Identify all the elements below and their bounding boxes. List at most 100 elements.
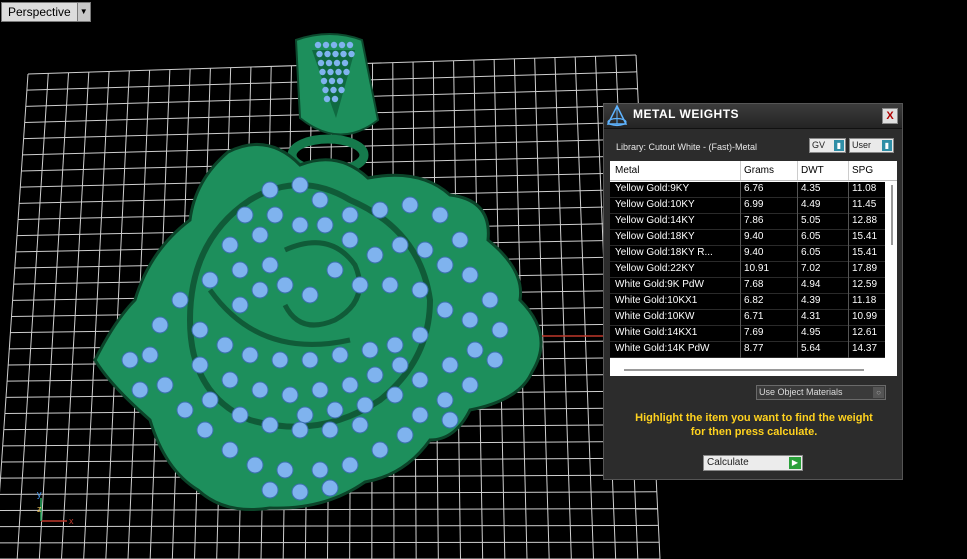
table-cell: 17.89 [852, 263, 878, 274]
table-cell: 9.40 [744, 231, 764, 242]
table-row[interactable]: White Gold:9K PdW 7.68 4.94 12.59 [610, 278, 885, 294]
table-row[interactable]: White Gold:10KX1 6.82 4.39 11.18 [610, 294, 885, 310]
instruction-line-2: for then press calculate. [690, 426, 818, 438]
column-divider [848, 326, 849, 342]
column-divider [797, 310, 798, 326]
table-row[interactable]: Yellow Gold:10KY 6.99 4.49 11.45 [610, 198, 885, 214]
panel-header[interactable]: METAL WEIGHTS X [604, 104, 902, 129]
instruction-line-1: Highlight the item you want to find the … [635, 412, 873, 424]
calculate-button[interactable]: Calculate ▶ [703, 455, 803, 471]
table-cell: Yellow Gold:10KY [615, 199, 695, 210]
column-divider [797, 278, 798, 294]
user-toggle[interactable]: User ▮ [849, 138, 894, 153]
table-cell: 6.76 [744, 183, 764, 194]
play-icon[interactable]: ▶ [789, 457, 801, 469]
column-divider [797, 246, 798, 262]
table-cell: 8.77 [744, 343, 764, 354]
table-cell: 6.99 [744, 199, 764, 210]
table-cell: 7.86 [744, 215, 764, 226]
column-divider [740, 342, 741, 358]
app-logo-icon [606, 104, 628, 127]
user-toggle-label: User [852, 140, 872, 150]
table-cell: 9.40 [744, 247, 764, 258]
column-divider [848, 198, 849, 214]
horizontal-scrollbar[interactable] [610, 362, 897, 376]
axis-label-x: x [69, 516, 74, 526]
scroll-thumb[interactable] [891, 185, 893, 245]
table-cell: White Gold:10KW [615, 311, 695, 322]
table-cell: 7.02 [801, 263, 821, 274]
column-divider [740, 230, 741, 246]
table-cell: 4.39 [801, 295, 821, 306]
toggle-knob-icon[interactable]: ○ [873, 387, 884, 398]
table-cell: White Gold:14K PdW [615, 343, 710, 354]
table-cell: 11.08 [852, 183, 877, 194]
table-row[interactable]: Yellow Gold:14KY 7.86 5.05 12.88 [610, 214, 885, 230]
column-divider [797, 262, 798, 278]
scroll-thumb[interactable] [624, 369, 864, 371]
toggle-knob-icon[interactable]: ▮ [882, 140, 892, 151]
column-divider [740, 294, 741, 310]
toggle-knob-icon[interactable]: ▮ [834, 140, 844, 151]
table-row[interactable]: Yellow Gold:22KY 10.91 7.02 17.89 [610, 262, 885, 278]
table-cell: 5.64 [801, 343, 821, 354]
column-header-grams[interactable]: Grams [744, 165, 774, 176]
chevron-down-icon[interactable]: ▼ [76, 3, 90, 21]
table-cell: Yellow Gold:18KY [615, 231, 695, 242]
table-row[interactable]: White Gold:14KX1 7.69 4.95 12.61 [610, 326, 885, 342]
gv-toggle[interactable]: GV ▮ [809, 138, 846, 153]
table-header: Metal Grams DWT SPG [610, 161, 897, 181]
table-cell: 12.88 [852, 215, 878, 226]
instruction-text: Highlight the item you want to find the … [616, 411, 892, 439]
table-row[interactable]: Yellow Gold:18KY R... 9.40 6.05 15.41 [610, 246, 885, 262]
calculate-label: Calculate [707, 457, 749, 468]
table-row[interactable]: White Gold:10KW 6.71 4.31 10.99 [610, 310, 885, 326]
column-divider [848, 310, 849, 326]
use-object-materials-toggle[interactable]: Use Object Materials ○ [756, 385, 886, 400]
gv-toggle-label: GV [812, 140, 826, 150]
table-cell: White Gold:10KX1 [615, 295, 698, 306]
table-cell: 6.71 [744, 311, 764, 322]
column-divider [797, 214, 798, 230]
column-divider [797, 182, 798, 198]
column-divider [740, 262, 741, 278]
column-divider [848, 230, 849, 246]
column-header-metal[interactable]: Metal [615, 165, 639, 176]
table-cell: White Gold:14KX1 [615, 327, 698, 338]
vertical-scrollbar[interactable] [887, 181, 897, 361]
table-cell: 4.49 [801, 199, 821, 210]
column-header-spg[interactable]: SPG [852, 165, 873, 176]
table-row[interactable]: White Gold:14K PdW 8.77 5.64 14.37 [610, 342, 885, 358]
column-divider [848, 294, 849, 310]
column-divider [740, 246, 741, 262]
close-icon[interactable]: X [882, 108, 898, 124]
table-cell: 14.37 [852, 343, 878, 354]
table-row[interactable]: Yellow Gold:9KY 6.76 4.35 11.08 [610, 182, 885, 198]
table-cell: Yellow Gold:14KY [615, 215, 695, 226]
column-divider [740, 182, 741, 198]
axis-label-y: y [37, 489, 42, 499]
viewport-label-text[interactable]: Perspective [2, 3, 77, 21]
column-divider [848, 182, 849, 198]
table-cell: 11.18 [852, 295, 877, 306]
table-cell: 5.05 [801, 215, 821, 226]
metal-table[interactable]: Metal Grams DWT SPG Yellow Gold:9KY 6.76 4… [610, 161, 897, 376]
table-cell: 10.99 [852, 311, 878, 322]
table-cell: Yellow Gold:9KY [615, 183, 690, 194]
column-divider [740, 310, 741, 326]
column-divider [848, 246, 849, 262]
library-label: Library: Cutout White - (Fast)-Metal [616, 142, 758, 152]
column-divider [848, 342, 849, 358]
column-divider [848, 262, 849, 278]
viewport-label[interactable]: Perspective ▼ [1, 2, 91, 22]
column-divider [797, 230, 798, 246]
table-cell: Yellow Gold:22KY [615, 263, 695, 274]
table-cell: 6.05 [801, 247, 821, 258]
table-cell: 7.68 [744, 279, 764, 290]
column-divider [740, 278, 741, 294]
column-divider [740, 214, 741, 230]
table-cell: Yellow Gold:18KY R... [615, 247, 713, 258]
column-header-dwt[interactable]: DWT [801, 165, 824, 176]
table-row[interactable]: Yellow Gold:18KY 9.40 6.05 15.41 [610, 230, 885, 246]
column-divider [797, 198, 798, 214]
